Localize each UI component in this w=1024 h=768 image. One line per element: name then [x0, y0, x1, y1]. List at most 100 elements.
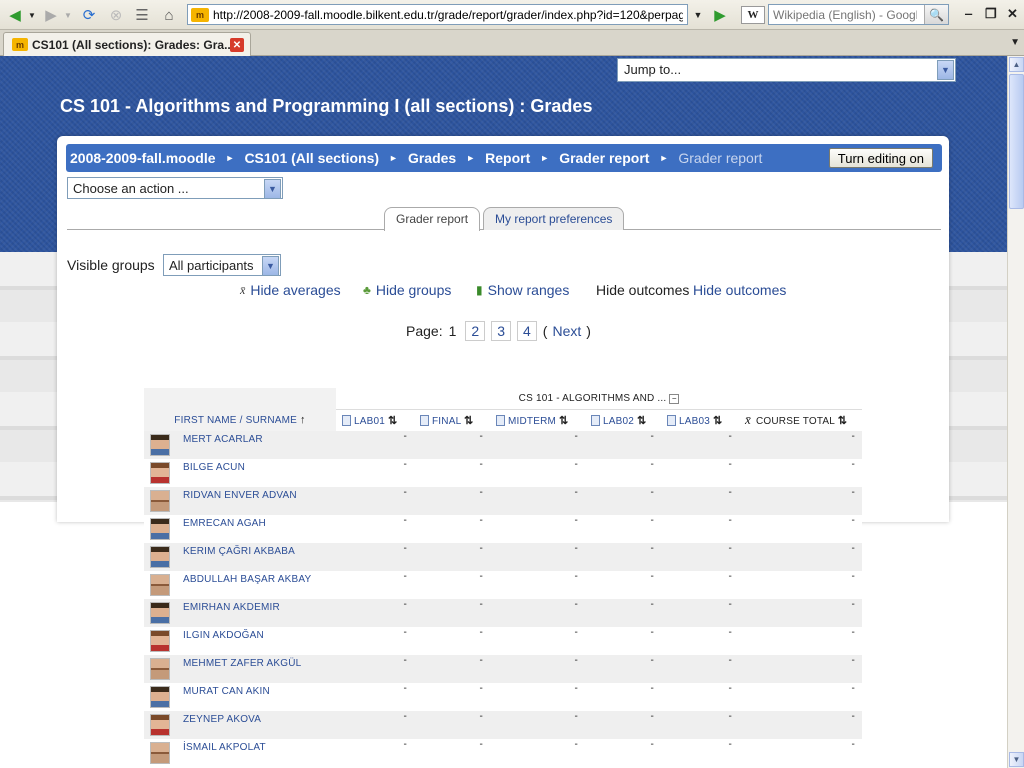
grade-cell[interactable]: - — [414, 571, 490, 599]
student-name[interactable]: RIDVAN ENVER ADVAN — [183, 490, 297, 501]
history-icon[interactable]: ☰ — [131, 4, 153, 26]
breadcrumb-report[interactable]: Report — [485, 150, 530, 166]
student-name[interactable]: MERT ACARLAR — [183, 434, 263, 445]
avatar[interactable] — [150, 630, 170, 652]
back-history-icon[interactable]: ▼ — [27, 4, 37, 26]
grade-cell[interactable]: - — [490, 571, 585, 599]
item-header-lab02[interactable]: LAB02 ⇅ — [585, 409, 661, 431]
close-tab-icon[interactable]: ✕ — [230, 38, 244, 52]
course-total-header[interactable]: x̄ COURSE TOTAL ⇅ — [739, 409, 862, 431]
student-name[interactable]: BILGE ACUN — [183, 462, 245, 473]
grade-cell[interactable]: - — [414, 515, 490, 543]
grade-cell[interactable]: - — [661, 487, 739, 515]
back-icon[interactable]: ◀ — [4, 4, 26, 26]
browser-tab[interactable]: m CS101 (All sections): Grades: Gra... ✕ — [3, 32, 251, 56]
grade-cell[interactable]: - — [585, 571, 661, 599]
search-icon[interactable]: 🔍 — [924, 5, 948, 24]
sort-icon[interactable]: ⇅ — [388, 415, 397, 427]
page-link-3[interactable]: 3 — [491, 321, 511, 341]
grade-cell[interactable]: - — [336, 739, 414, 767]
grade-cell[interactable]: - — [585, 739, 661, 767]
item-header-final[interactable]: FINAL ⇅ — [414, 409, 490, 431]
grade-cell[interactable]: - — [336, 487, 414, 515]
item-label-lab02[interactable]: LAB02 — [603, 416, 634, 427]
collapse-icon[interactable]: − — [669, 393, 680, 404]
item-header-lab03[interactable]: LAB03 ⇅ — [661, 409, 739, 431]
hide-averages-toggle[interactable]: x̄ Hide averages — [240, 282, 341, 298]
grade-cell[interactable]: - — [490, 431, 585, 459]
grade-cell[interactable]: - — [336, 599, 414, 627]
scroll-up-icon[interactable]: ▲ — [1009, 57, 1024, 72]
hide-groups-toggle[interactable]: ♣ Hide groups — [363, 282, 451, 298]
minimize-icon[interactable]: ‒ — [965, 6, 972, 21]
grade-cell[interactable]: - — [585, 543, 661, 571]
chevron-down-icon[interactable]: ▼ — [262, 256, 279, 276]
grade-cell[interactable]: - — [336, 711, 414, 739]
grade-cell[interactable]: - — [661, 627, 739, 655]
avatar[interactable] — [150, 462, 170, 484]
grade-cell[interactable]: - — [414, 543, 490, 571]
grade-cell[interactable]: - — [585, 459, 661, 487]
sort-icon[interactable]: ⇅ — [559, 415, 568, 427]
grade-cell[interactable]: - — [414, 683, 490, 711]
page-link-2[interactable]: 2 — [465, 321, 486, 341]
grade-cell[interactable]: - — [414, 459, 490, 487]
grade-cell[interactable]: - — [490, 515, 585, 543]
address-bar[interactable]: m — [187, 4, 688, 25]
forward-icon[interactable]: ▶ — [40, 4, 62, 26]
avatar[interactable] — [150, 518, 170, 540]
student-name[interactable]: ABDULLAH BAŞAR AKBAY — [183, 574, 311, 585]
name-sort-label[interactable]: FIRST NAME / SURNAME — [174, 415, 297, 426]
grade-cell[interactable]: - — [336, 655, 414, 683]
search-box[interactable]: 🔍 — [768, 4, 949, 25]
show-ranges-toggle[interactable]: ▮ Show ranges — [476, 282, 569, 298]
avatar[interactable] — [150, 546, 170, 568]
grade-cell[interactable]: - — [585, 515, 661, 543]
grade-cell[interactable]: - — [490, 655, 585, 683]
grade-cell[interactable]: - — [585, 487, 661, 515]
avatar[interactable] — [150, 574, 170, 596]
search-engine-icon[interactable]: W — [741, 6, 765, 24]
grade-cell[interactable]: - — [490, 627, 585, 655]
next-page-link[interactable]: Next — [547, 322, 586, 340]
student-name[interactable]: MEHMET ZAFER AKGÜL — [183, 658, 301, 669]
grade-cell[interactable]: - — [490, 739, 585, 767]
grade-cell[interactable]: - — [336, 683, 414, 711]
tab-list-icon[interactable]: ▼ — [1010, 37, 1020, 48]
sort-asc-icon[interactable]: ↑ — [300, 414, 306, 426]
grade-cell[interactable]: - — [414, 487, 490, 515]
grade-cell[interactable]: - — [490, 543, 585, 571]
student-name[interactable]: EMIRHAN AKDEMIR — [183, 602, 280, 613]
item-header-lab01[interactable]: LAB01 ⇅ — [336, 409, 414, 431]
breadcrumb-grader-report[interactable]: Grader report — [559, 150, 649, 166]
chevron-down-icon[interactable]: ▼ — [937, 60, 954, 80]
grade-cell[interactable]: - — [336, 515, 414, 543]
grade-cell[interactable]: - — [336, 571, 414, 599]
grade-cell[interactable]: - — [661, 683, 739, 711]
grade-cell[interactable]: - — [336, 543, 414, 571]
avatar[interactable] — [150, 714, 170, 736]
grade-cell[interactable]: - — [490, 487, 585, 515]
student-name[interactable]: ZEYNEP AKOVA — [183, 714, 261, 725]
grade-cell[interactable]: - — [490, 683, 585, 711]
avatar[interactable] — [150, 658, 170, 680]
breadcrumb-course[interactable]: CS101 (All sections) — [244, 150, 379, 166]
avatar[interactable] — [150, 434, 170, 456]
go-icon[interactable]: ▶ — [709, 4, 731, 26]
grade-cell[interactable]: - — [585, 599, 661, 627]
forward-history-icon[interactable]: ▼ — [63, 4, 73, 26]
tab-my-report-preferences[interactable]: My report preferences — [483, 207, 625, 230]
grade-cell[interactable]: - — [661, 739, 739, 767]
jump-to-select[interactable]: Jump to... ▼ — [617, 58, 956, 82]
close-window-icon[interactable]: ✕ — [1007, 6, 1018, 22]
url-input[interactable] — [213, 7, 683, 22]
item-label-final[interactable]: FINAL — [432, 416, 461, 427]
student-name[interactable]: İSMAIL AKPOLAT — [183, 742, 266, 753]
item-label-lab01[interactable]: LAB01 — [354, 416, 385, 427]
grade-cell[interactable]: - — [336, 459, 414, 487]
grade-cell[interactable]: - — [661, 711, 739, 739]
grade-cell[interactable]: - — [336, 627, 414, 655]
name-column-header[interactable]: FIRST NAME / SURNAME ↑ — [144, 409, 336, 431]
sort-icon[interactable]: ⇅ — [464, 415, 473, 427]
grade-cell[interactable]: - — [661, 599, 739, 627]
